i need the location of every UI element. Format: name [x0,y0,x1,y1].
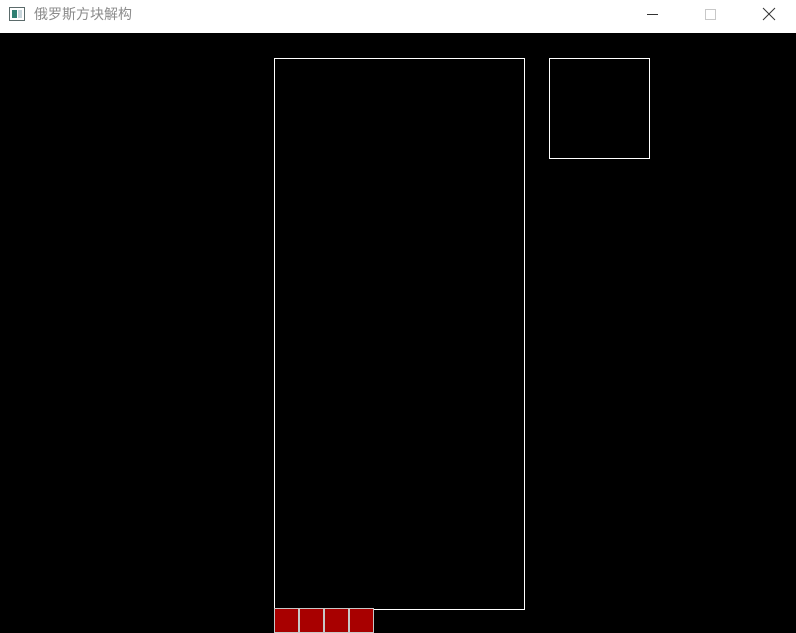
app-window-icon [9,7,25,21]
game-area[interactable] [0,33,796,633]
maximize-button[interactable] [682,0,739,30]
piece-block [299,608,324,633]
piece-block [274,608,299,633]
title-bar: 俄罗斯方块解构 [0,0,796,33]
maximize-icon [705,9,716,20]
game-board [274,58,525,610]
piece-block [349,608,374,633]
close-icon [762,7,776,21]
next-piece-preview [549,58,650,159]
piece-block [324,608,349,633]
window-title: 俄罗斯方块解构 [34,7,132,23]
minimize-icon [647,14,658,15]
minimize-button[interactable] [624,0,681,30]
close-button[interactable] [740,0,796,30]
